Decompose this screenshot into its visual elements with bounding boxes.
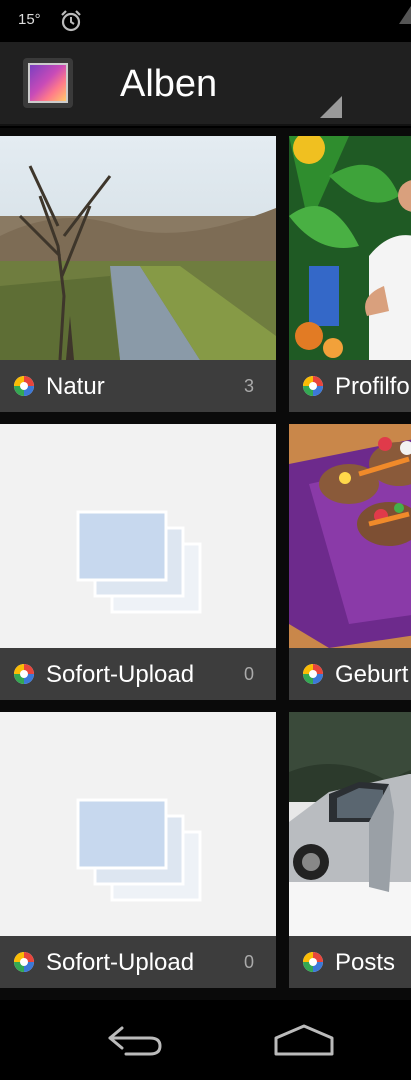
picasa-icon (303, 952, 323, 972)
album-caption: Natur 3 (0, 360, 276, 412)
album-tile[interactable]: Profilfo (289, 136, 411, 412)
album-view-spinner[interactable]: Alben (120, 62, 342, 118)
album-name: Posts (335, 949, 396, 976)
album-thumbnail (0, 712, 276, 936)
album-thumbnail (289, 424, 411, 648)
navigation-bar (0, 1000, 411, 1080)
album-thumbnail (289, 712, 411, 936)
picasa-icon (14, 376, 34, 396)
picasa-icon (14, 952, 34, 972)
status-bar: 15° (0, 0, 411, 42)
alarm-clock-icon (61, 10, 81, 32)
album-tile[interactable]: Sofort-Upload 0 (0, 712, 276, 988)
album-caption: Geburt (289, 648, 411, 700)
album-tile[interactable]: Natur 3 (0, 136, 276, 412)
album-name: Profilfo (335, 373, 410, 400)
album-caption: Sofort-Upload 0 (0, 936, 276, 988)
album-grid[interactable]: Natur 3 Profilfo Sofort-Upload 0 Geburt … (0, 128, 411, 1000)
album-count: 3 (243, 376, 254, 396)
signal-icon (399, 6, 411, 24)
album-thumbnail (0, 424, 276, 648)
album-name: Natur (46, 373, 105, 400)
album-thumbnail (289, 136, 411, 360)
album-name: Sofort-Upload (46, 949, 195, 976)
album-name: Geburt (335, 661, 409, 688)
album-tile[interactable]: Geburt (289, 424, 411, 700)
picasa-icon (303, 664, 323, 684)
album-caption: Posts (289, 936, 411, 988)
album-caption: Sofort-Upload 0 (0, 648, 276, 700)
home-icon[interactable] (272, 1020, 336, 1062)
back-arrow-icon[interactable] (104, 1020, 166, 1062)
album-count: 0 (243, 952, 254, 972)
album-name: Sofort-Upload (46, 661, 195, 688)
album-tile[interactable]: Posts (289, 712, 411, 988)
picasa-icon (303, 376, 323, 396)
gallery-app-icon[interactable] (23, 58, 73, 108)
album-tile[interactable]: Sofort-Upload 0 (0, 424, 276, 700)
album-caption: Profilfo (289, 360, 411, 412)
picasa-icon (14, 664, 34, 684)
action-bar: Alben (0, 42, 411, 126)
temperature-text: 15° (18, 11, 41, 28)
page-title: Alben (120, 63, 218, 105)
album-count: 0 (243, 664, 254, 684)
placeholder-stack-icon (76, 798, 202, 902)
dropdown-triangle-icon (320, 96, 342, 118)
placeholder-stack-icon (76, 510, 202, 614)
album-thumbnail (0, 136, 276, 360)
